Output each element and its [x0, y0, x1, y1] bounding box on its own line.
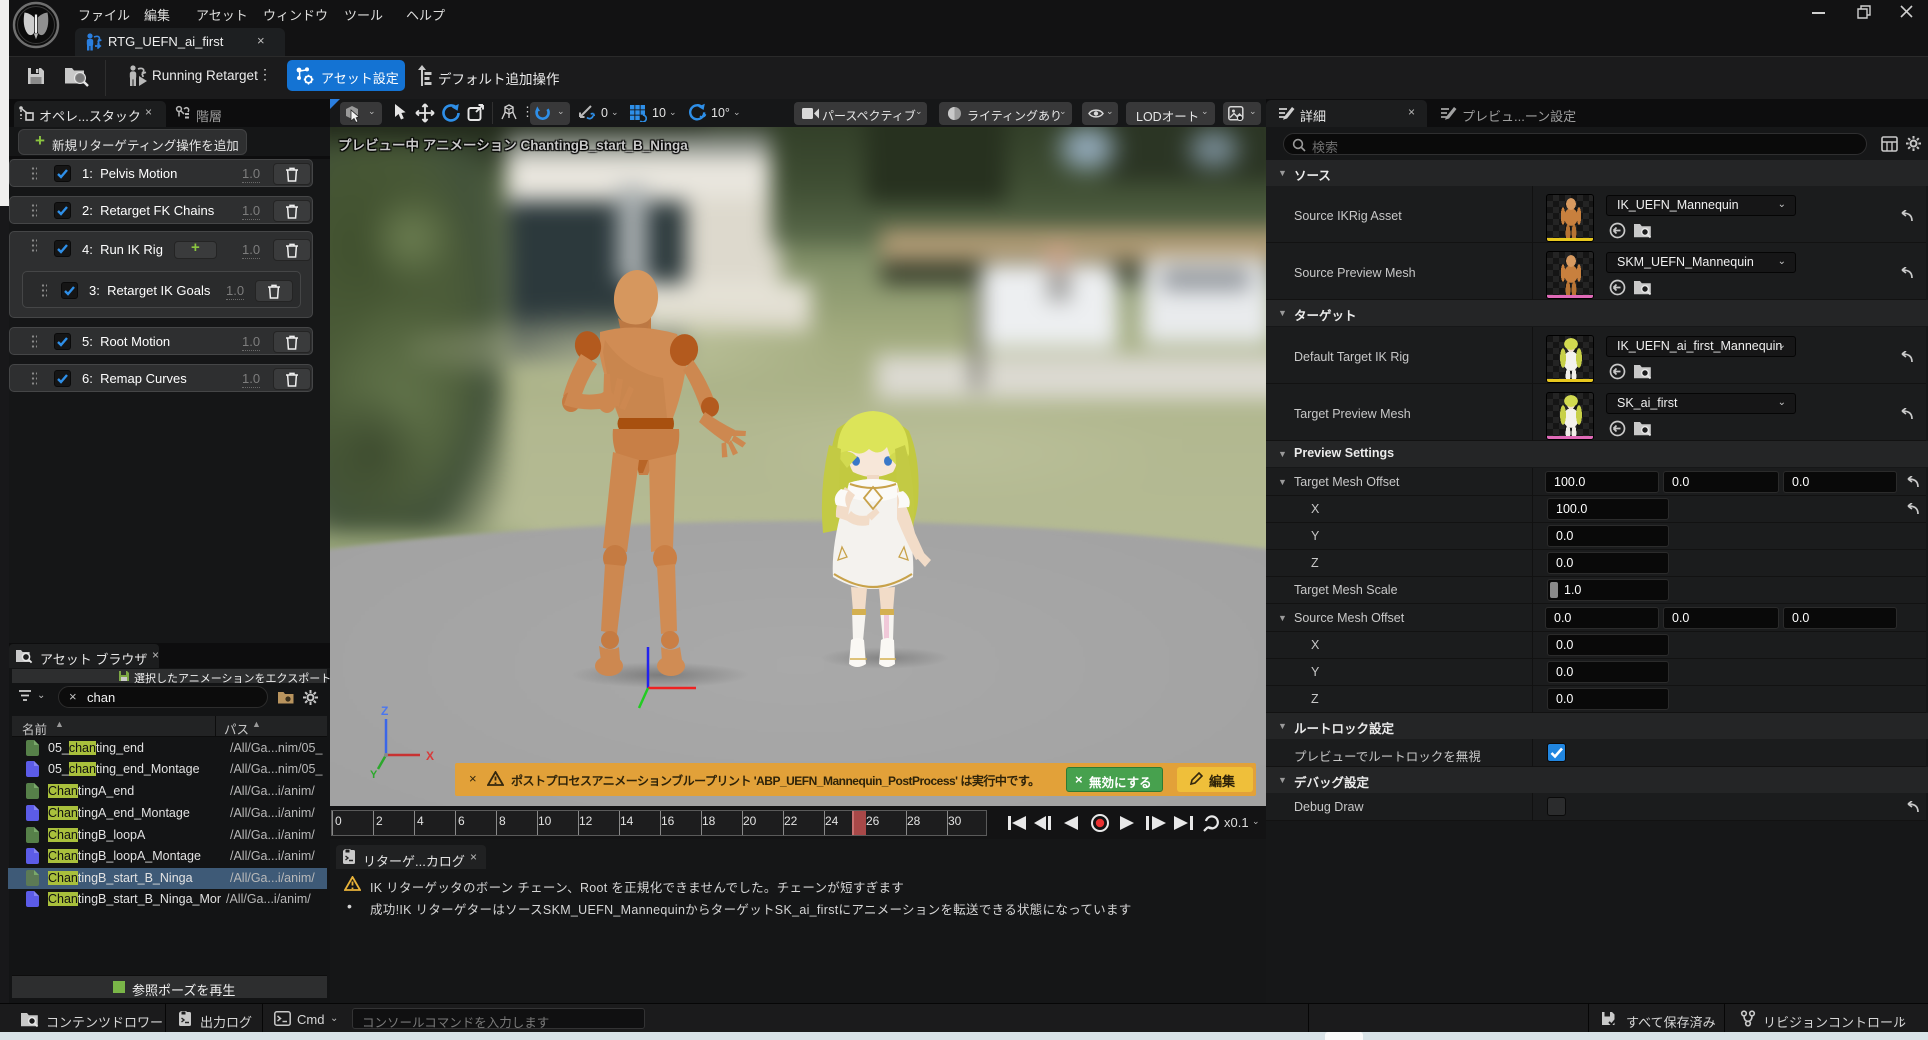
svg-text:X: X — [426, 749, 434, 763]
svg-text:Z: Z — [381, 705, 388, 718]
svg-text:Y: Y — [370, 769, 378, 779]
